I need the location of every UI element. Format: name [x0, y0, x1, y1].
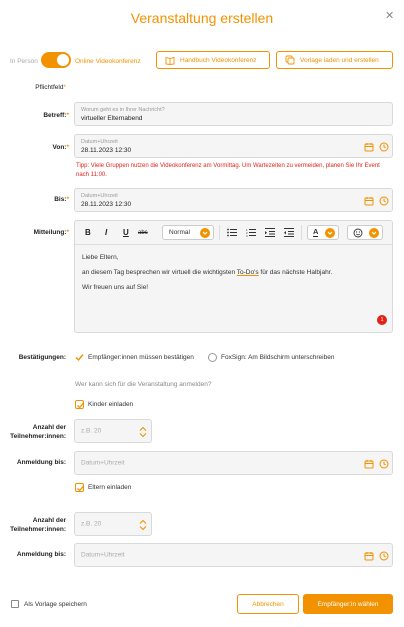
toolbar-divider — [219, 225, 220, 240]
calendar-icon[interactable] — [364, 196, 374, 206]
foxsign-option-label: FoxSign: Am Bildschirm unterschreiben — [221, 354, 335, 361]
from-value: 28.11.2023 12:30 — [81, 147, 132, 154]
parents-count-label: Anzahl der Teilnehmer:innen: — [10, 517, 66, 533]
bold-button[interactable]: B — [85, 228, 91, 237]
children-signup-placeholder: Datum+Uhrzeit — [81, 459, 125, 467]
load-template-label: Vorlage laden und erstellen — [300, 56, 379, 64]
calendar-icon[interactable] — [364, 459, 374, 469]
chevron-down-icon — [325, 228, 335, 238]
confirm-option-label: Empfänger:innen müssen bestätigen — [88, 354, 194, 361]
confirm-checkbox[interactable] — [75, 353, 84, 362]
clock-icon[interactable] — [379, 459, 389, 469]
emoji-select[interactable] — [347, 225, 383, 240]
parents-signup-placeholder: Datum+Uhrzeit — [81, 551, 125, 559]
format-select[interactable]: Normal — [162, 225, 214, 240]
confirmations-label: Bestätigungen: — [18, 354, 66, 361]
clock-icon[interactable] — [379, 551, 389, 561]
font-color-icon: A — [313, 227, 319, 237]
cancel-button[interactable]: Abbrechen — [237, 594, 299, 614]
mode-off-label: In Person — [10, 58, 38, 65]
parents-signup-label: Anmeldung bis: — [16, 551, 66, 558]
subject-label: Betreff:* — [43, 112, 69, 119]
underline-button[interactable]: U — [123, 228, 129, 237]
save-template-label: Als Vorlage speichern — [24, 601, 87, 608]
handbook-button[interactable]: Handbuch Videokonferenz — [156, 51, 270, 69]
invite-children-checkbox[interactable] — [75, 400, 84, 409]
children-signup-field[interactable]: Datum+Uhrzeit — [74, 451, 393, 475]
clock-icon[interactable] — [379, 196, 389, 206]
svg-text:3: 3 — [246, 234, 248, 237]
to-label: Bis:* — [54, 196, 69, 203]
spellcheck-word: To-Do's — [236, 269, 259, 276]
subject-field[interactable]: Worum geht es in Ihrer Nachricht? virtue… — [74, 102, 393, 126]
signup-question: Wer kann sich für die Veranstaltung anme… — [75, 381, 212, 388]
required-note: Pflichtfeld* — [35, 84, 66, 91]
chevron-down-icon — [369, 228, 379, 238]
children-count-placeholder: z.B. 20 — [81, 427, 102, 435]
save-template-checkbox[interactable] — [11, 600, 19, 608]
format-value: Normal — [169, 229, 190, 236]
chevron-down-icon — [200, 228, 210, 238]
stepper-arrows-icon[interactable] — [139, 426, 147, 438]
to-field[interactable]: Datum+Uhrzeit 28.11.2023 12:30 — [74, 188, 393, 212]
foxsign-radio[interactable] — [208, 353, 217, 362]
invite-children-label: Kinder einladen — [88, 401, 134, 408]
spellcheck-badge[interactable]: 1 — [377, 315, 387, 325]
load-template-button[interactable]: Vorlage laden und erstellen — [276, 51, 393, 69]
mode-toggle[interactable] — [41, 52, 71, 68]
toolbar-separator — [75, 244, 392, 245]
bullet-list-icon[interactable] — [227, 228, 237, 237]
font-color-select[interactable]: A — [307, 225, 339, 240]
to-value: 28.11.2023 12:30 — [81, 201, 132, 208]
indent-icon[interactable] — [265, 228, 275, 237]
mode-on-label: Online Videokonferenz — [75, 58, 141, 65]
subject-placeholder: Worum geht es in Ihrer Nachricht? — [81, 107, 165, 113]
to-placeholder: Datum+Uhrzeit — [81, 193, 118, 199]
message-line-3: Wir freuen uns auf Sie! — [82, 284, 149, 291]
time-hint: Tipp: Viele Gruppen nutzen die Videokonf… — [76, 163, 380, 178]
clock-icon[interactable] — [379, 142, 389, 152]
dialog-title: Veranstaltung erstellen — [130, 10, 274, 26]
children-count-label: Anzahl der Teilnehmer:innen: — [10, 424, 66, 440]
children-count-stepper[interactable]: z.B. 20 — [74, 419, 152, 443]
strikethrough-button[interactable]: abc — [138, 230, 148, 236]
handbook-label: Handbuch Videokonferenz — [180, 56, 257, 64]
copy-icon — [285, 55, 295, 65]
numbered-list-icon[interactable]: 123 — [246, 228, 256, 237]
message-editor[interactable]: B I U abc Normal 123 A Liebe Eltern, an … — [74, 220, 393, 333]
message-label: Mitteilung:* — [33, 229, 69, 236]
calendar-icon[interactable] — [364, 142, 374, 152]
italic-button[interactable]: I — [105, 228, 107, 237]
message-line-2: an diesem Tag besprechen wir virtuell di… — [82, 269, 333, 276]
parents-count-stepper[interactable]: z.B. 20 — [74, 512, 152, 536]
from-placeholder: Datum+Uhrzeit — [81, 139, 118, 145]
parents-count-placeholder: z.B. 20 — [81, 520, 102, 528]
from-field[interactable]: Datum+Uhrzeit 28.11.2023 12:30 — [74, 134, 393, 158]
calendar-icon[interactable] — [364, 551, 374, 561]
invite-parents-checkbox[interactable] — [75, 483, 84, 492]
emoji-icon — [353, 228, 363, 238]
children-signup-label: Anmeldung bis: — [16, 459, 66, 466]
book-icon — [165, 56, 175, 65]
toolbar-divider — [301, 225, 302, 240]
choose-recipients-button[interactable]: Empfänger:in wählen — [303, 594, 393, 614]
parents-signup-field[interactable]: Datum+Uhrzeit — [74, 543, 393, 567]
invite-parents-label: Eltern einladen — [88, 484, 132, 491]
from-label: Von:* — [52, 144, 70, 151]
outdent-icon[interactable] — [284, 228, 294, 237]
close-icon[interactable]: ✕ — [385, 9, 394, 22]
subject-value: virtueller Elternabend — [81, 115, 143, 122]
stepper-arrows-icon[interactable] — [139, 519, 147, 531]
message-line-1: Liebe Eltern, — [82, 254, 119, 261]
